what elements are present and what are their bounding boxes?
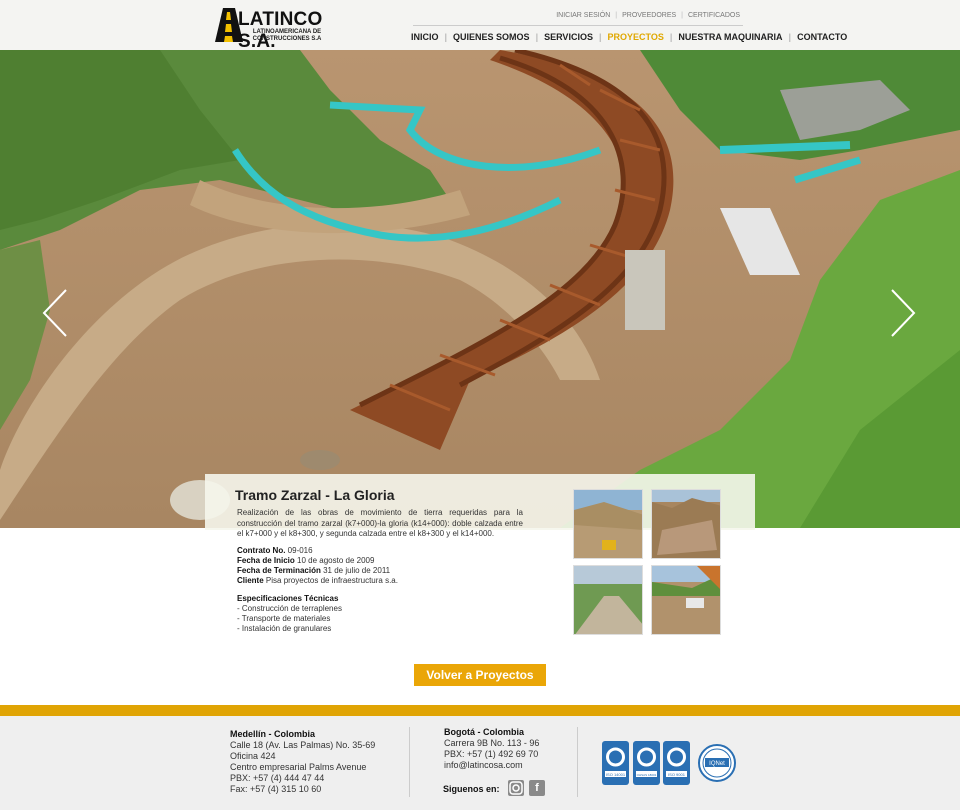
client-value: Pisa proyectos de infraestructura s.a.	[265, 576, 398, 585]
gallery-thumb[interactable]	[651, 489, 721, 559]
technical-specs: Especificaciones Técnicas - Construcción…	[237, 594, 342, 634]
gallery-thumb[interactable]	[573, 489, 643, 559]
specs-title: Especificaciones Técnicas	[237, 594, 339, 603]
bogota-line: Carrera 9B No. 113 - 96	[444, 738, 540, 748]
footer-divider	[577, 727, 578, 797]
medellin-line: Fax: +57 (4) 315 10 60	[230, 784, 322, 794]
svg-text:IQNet: IQNet	[709, 761, 725, 767]
iqnet-badge-icon: IQNet	[698, 744, 736, 782]
nav-proyectos[interactable]: PROYECTOS	[601, 32, 669, 42]
end-value: 31 de julio de 2011	[323, 566, 391, 575]
hero-image	[0, 50, 960, 528]
nav-divider	[413, 25, 743, 26]
contract-row: Contrato No. 09-016	[237, 546, 398, 556]
site-header: LATINCO S.A. LATINOAMERICANA DE CONSTRUC…	[0, 0, 960, 52]
start-value: 10 de agosto de 2009	[297, 556, 375, 565]
topnav-proveedores[interactable]: PROVEEDORES	[622, 12, 676, 19]
bogota-line: PBX: +57 (1) 492 69 70	[444, 749, 539, 759]
spec-item: - Instalación de granulares	[237, 624, 332, 633]
top-utility-nav: INICIAR SESIÓN | PROVEEDORES | CERTIFICADOS	[556, 12, 740, 19]
project-description: Realización de las obras de movimiento d…	[237, 508, 523, 538]
medellin-line: Calle 18 (Av. Las Palmas) No. 35-69	[230, 740, 376, 750]
logo-subtitle: LATINOAMERICANA DE CONSTRUCCIONES S.A	[252, 29, 322, 42]
start-date-row: Fecha de Inicio 10 de agosto de 2009	[237, 556, 398, 566]
nav-contacto[interactable]: CONTACTO	[791, 32, 853, 42]
medellin-line: Oficina 424	[230, 751, 276, 761]
hero-photo-bridge	[0, 50, 960, 528]
contract-label: Contrato No.	[237, 546, 286, 555]
project-title: Tramo Zarzal - La Gloria	[235, 487, 395, 503]
nav-quienes-somos[interactable]: QUIENES SOMOS	[447, 32, 536, 42]
medellin-title: Medellín - Colombia	[230, 729, 316, 739]
latinco-logo[interactable]: LATINCO S.A. LATINOAMERICANA DE CONSTRUC…	[212, 8, 334, 52]
nav-nuestra-maquinaria[interactable]: NUESTRA MAQUINARIA	[672, 32, 788, 42]
client-label: Cliente	[237, 576, 264, 585]
end-label: Fecha de Terminación	[237, 566, 321, 575]
footer-accent-bar	[0, 705, 960, 716]
nav-inicio[interactable]: INICIO	[411, 32, 445, 42]
main-nav: INICIO | QUIENES SOMOS | SERVICIOS | PROYEC…	[411, 32, 853, 42]
follow-us-label: Siguenos en:	[443, 784, 500, 794]
client-row: Cliente Pisa proyectos de infraestructur…	[237, 576, 398, 586]
gallery-thumb[interactable]	[573, 565, 643, 635]
iso-9001-badge-icon: ISO 9001	[663, 741, 690, 785]
end-date-row: Fecha de Terminación 31 de julio de 2011	[237, 566, 398, 576]
svg-text:ISO 9001: ISO 9001	[668, 772, 686, 777]
footer-medellin: Medellín - Colombia Calle 18 (Av. Las Pa…	[230, 729, 375, 795]
project-gallery	[573, 489, 723, 636]
slider-next-arrow-icon[interactable]	[888, 288, 918, 338]
slider-prev-arrow-icon[interactable]	[40, 288, 70, 338]
spec-item: - Transporte de materiales	[237, 614, 331, 623]
iso-14001-badge-icon: ISO 14001	[602, 741, 629, 785]
medellin-line: PBX: +57 (4) 444 47 44	[230, 773, 325, 783]
ohsas-18001-badge-icon: OHSAS 18001	[633, 741, 660, 785]
facebook-icon[interactable]: f	[529, 780, 545, 796]
bogota-title: Bogotá - Colombia	[444, 727, 524, 737]
project-meta: Contrato No. 09-016 Fecha de Inicio 10 d…	[237, 546, 398, 586]
spec-item: - Construcción de terraplenes	[237, 604, 342, 613]
footer-divider	[409, 727, 410, 797]
instagram-icon[interactable]	[508, 780, 524, 796]
bogota-email[interactable]: info@latincosa.com	[444, 760, 539, 771]
medellin-line: Centro empresarial Palms Avenue	[230, 762, 367, 772]
topnav-certificados[interactable]: CERTIFICADOS	[688, 12, 740, 19]
svg-text:ISO 14001: ISO 14001	[606, 772, 626, 777]
contract-value: 09-016	[287, 546, 313, 555]
gallery-thumb[interactable]	[651, 565, 721, 635]
svg-text:OHSAS 18001: OHSAS 18001	[637, 773, 657, 777]
back-to-projects-button[interactable]: Volver a Proyectos	[414, 664, 546, 686]
start-label: Fecha de Inicio	[237, 556, 295, 565]
topnav-login[interactable]: INICIAR SESIÓN	[556, 12, 610, 19]
footer-bogota: Bogotá - Colombia Carrera 9B No. 113 - 9…	[444, 727, 539, 771]
nav-servicios[interactable]: SERVICIOS	[538, 32, 599, 42]
